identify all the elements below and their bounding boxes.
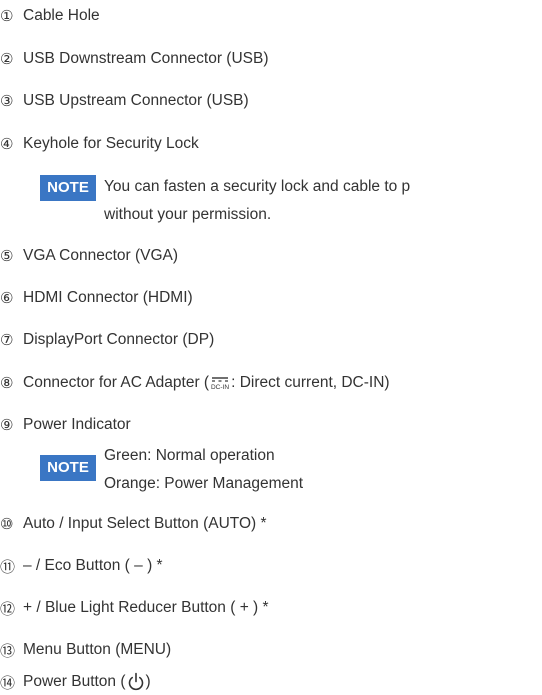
item-label: USB Downstream Connector (USB) [23, 50, 269, 67]
svg-text:DC-IN: DC-IN [211, 384, 229, 391]
list-item: ④ Keyhole for Security Lock [0, 133, 199, 155]
item-number: ⑦ [0, 332, 14, 349]
power-icon [128, 672, 143, 691]
item-label: Power Indicator [23, 416, 131, 433]
item-number: ⑤ [0, 248, 14, 265]
list-item: ③ USB Upstream Connector (USB) [0, 90, 249, 112]
item-number: ⑪ [0, 558, 16, 576]
item-number: ⑧ [0, 375, 14, 392]
list-item: ⑪ – / Eco Button ( – ) * [0, 555, 163, 577]
item-number: ③ [0, 93, 14, 110]
item-label: Auto / Input Select Button (AUTO) * [23, 515, 267, 532]
item-label: Cable Hole [23, 7, 100, 24]
item-number: ⑥ [0, 290, 14, 307]
list-item: ① Cable Hole [0, 5, 100, 27]
item-label-prefix: Connector for AC Adapter ( [23, 374, 210, 391]
item-number: ① [0, 8, 14, 25]
item-number: ⑬ [0, 642, 16, 660]
list-item: ⑥ HDMI Connector (HDMI) [0, 287, 193, 309]
list-item: ⑫ + / Blue Light Reducer Button ( + ) * [0, 597, 269, 619]
item-number: ④ [0, 136, 14, 153]
note-text-line1: Green: Normal operation [104, 447, 275, 464]
item-label-suffix: : Direct current, DC-IN) [231, 374, 390, 391]
item-label-prefix: Power Button ( [23, 673, 126, 690]
item-label: DisplayPort Connector (DP) [23, 331, 215, 348]
dc-in-symbol-icon: DC-IN [211, 377, 229, 391]
item-label-suffix: ) [145, 673, 151, 690]
item-label: USB Upstream Connector (USB) [23, 92, 249, 109]
note-text-line1: You can fasten a security lock and cable… [104, 178, 411, 195]
item-number: ⑫ [0, 600, 16, 618]
item-label: Menu Button (MENU) [23, 641, 172, 658]
item-number: ② [0, 51, 14, 68]
note-badge: NOTE [40, 175, 96, 201]
note-text-line2: without your permission. [104, 206, 272, 223]
list-item: ⑩ Auto / Input Select Button (AUTO) * [0, 513, 267, 535]
item-label: Keyhole for Security Lock [23, 135, 199, 152]
list-item: ⑤ VGA Connector (VGA) [0, 245, 178, 267]
list-item: ⑭ Power Button ( ) [0, 671, 151, 693]
item-number: ⑭ [0, 674, 16, 692]
list-item: ⑬ Menu Button (MENU) [0, 639, 171, 661]
list-item: ⑦ DisplayPort Connector (DP) [0, 329, 214, 351]
item-label: – / Eco Button ( – ) * [23, 557, 163, 574]
item-number: ⑩ [0, 516, 14, 533]
list-item: ⑨ Power Indicator [0, 414, 131, 436]
item-label: HDMI Connector (HDMI) [23, 289, 193, 306]
note-text-line2: Orange: Power Management [104, 475, 304, 492]
item-number: ⑨ [0, 417, 14, 434]
item-label: VGA Connector (VGA) [23, 247, 179, 264]
note-badge: NOTE [40, 455, 96, 481]
list-item: ⑧ Connector for AC Adapter ( DC-IN : Dir… [0, 372, 390, 394]
list-item: ② USB Downstream Connector (USB) [0, 48, 269, 70]
item-label: + / Blue Light Reducer Button ( + ) * [23, 599, 269, 616]
